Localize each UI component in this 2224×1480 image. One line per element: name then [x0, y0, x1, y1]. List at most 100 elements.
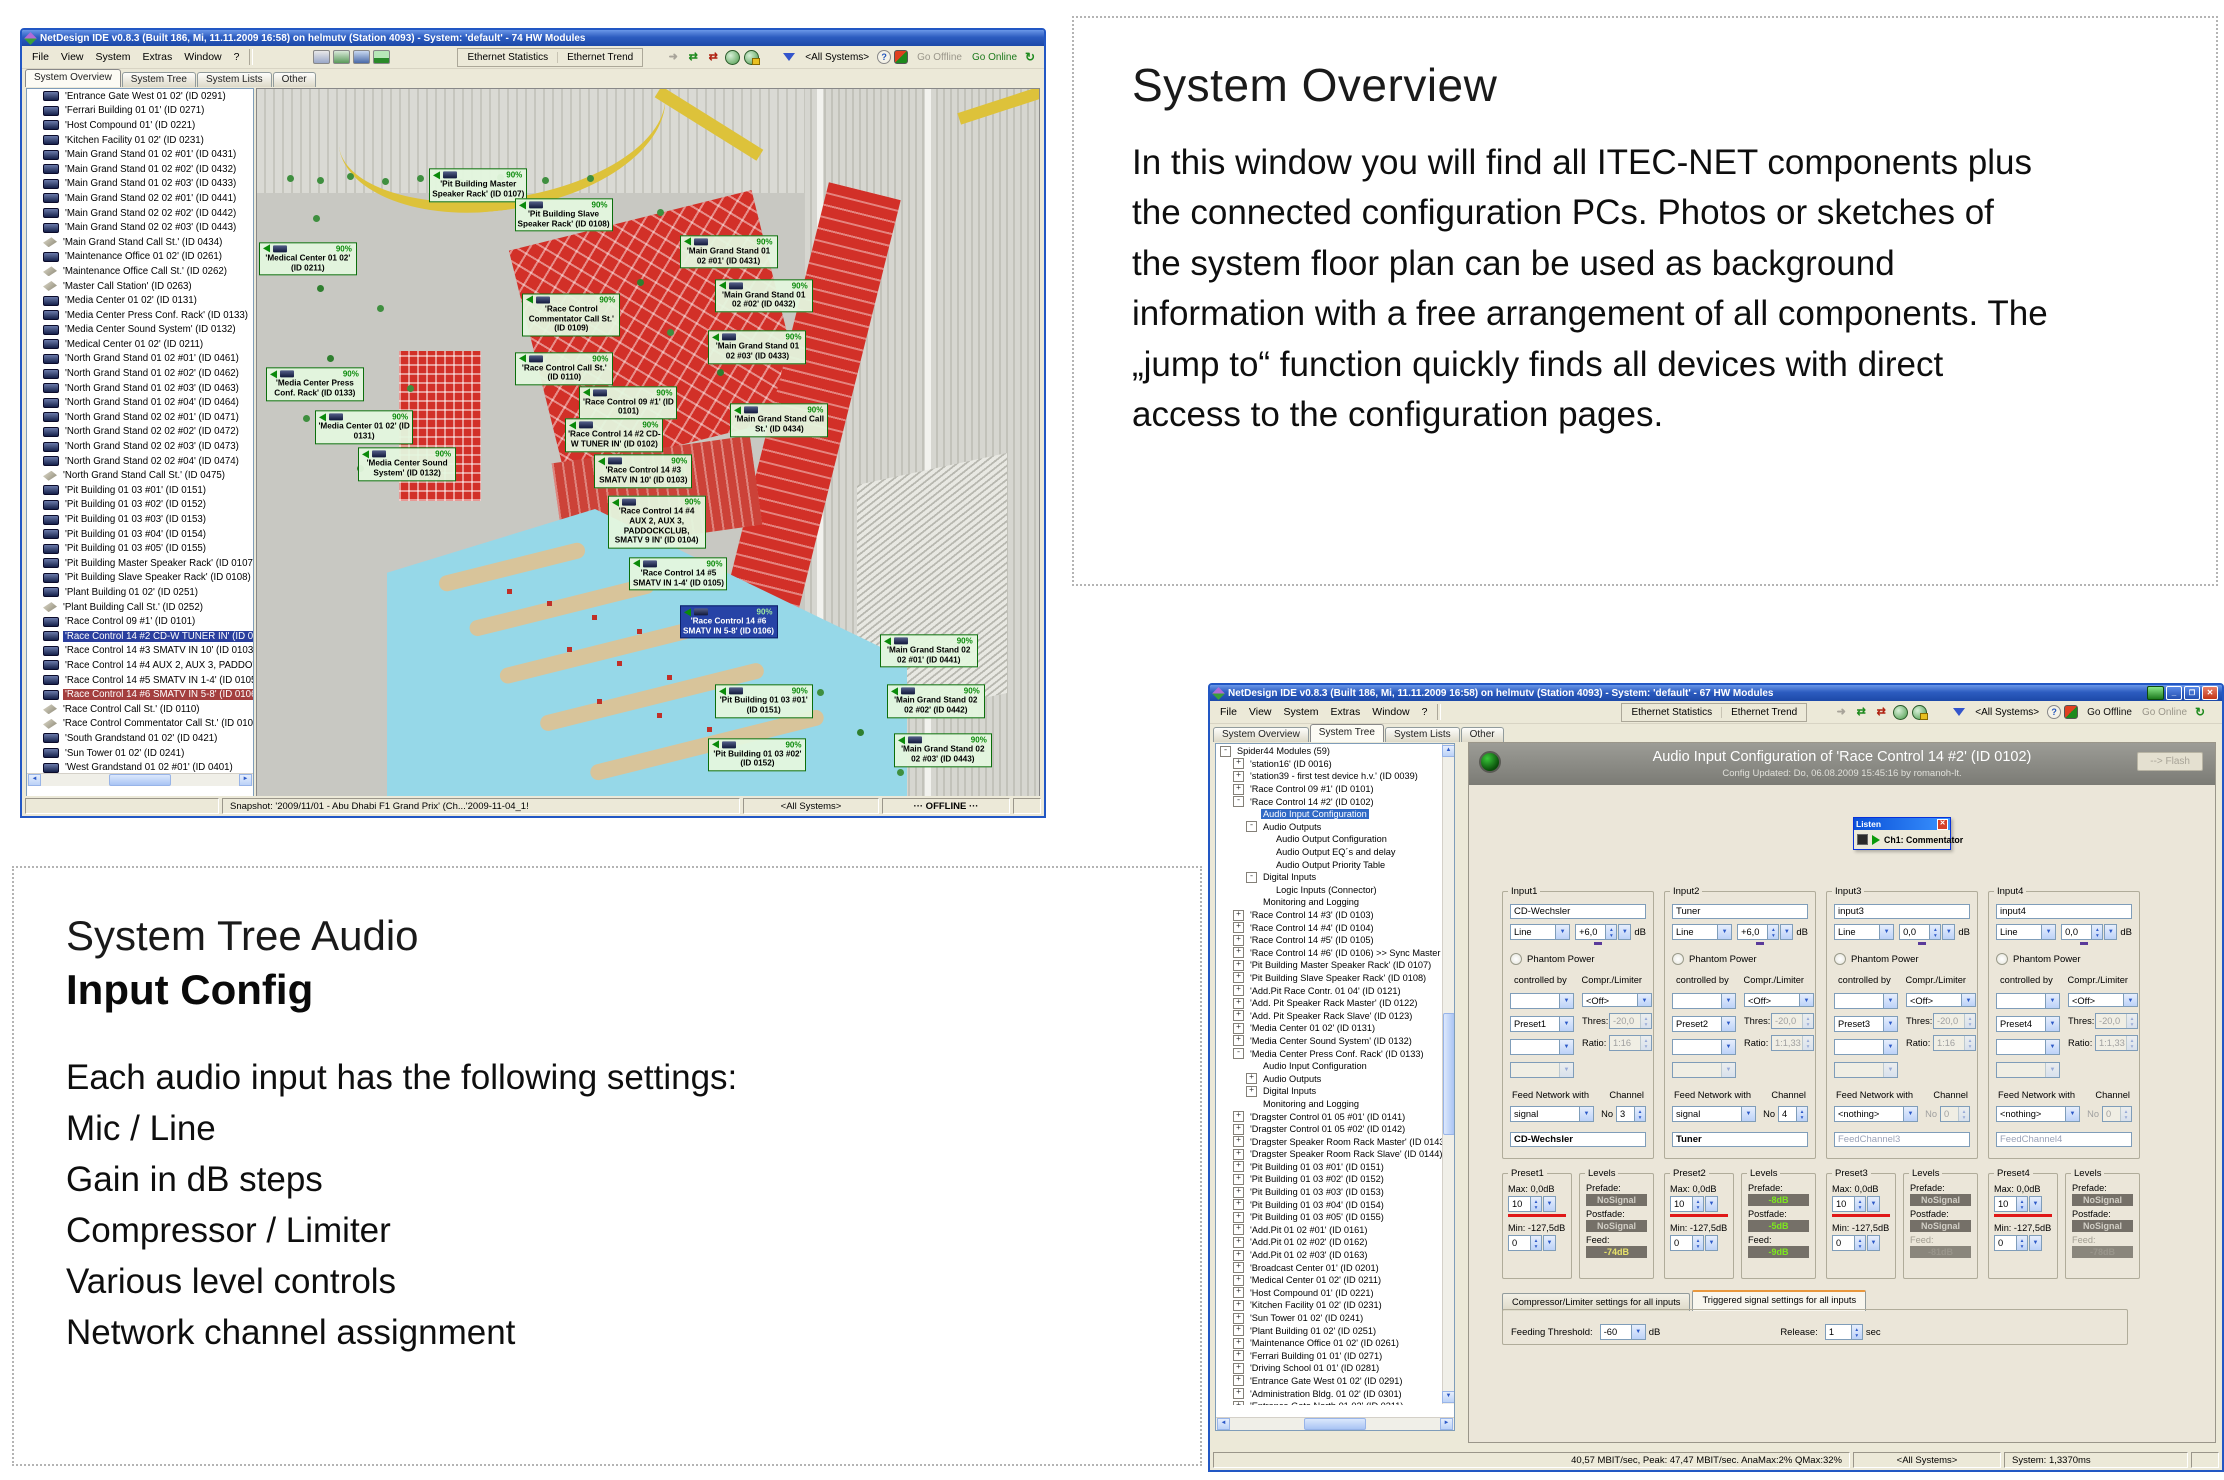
scroll-right-icon[interactable]: ► — [1440, 1418, 1453, 1430]
expand-toggle-icon[interactable]: + — [1233, 960, 1244, 971]
tree-item[interactable]: - Digital Inputs — [1216, 871, 1454, 884]
tree-item[interactable]: 'Pit Building Master Speaker Rack' (ID 0… — [27, 556, 253, 571]
tree-item[interactable]: 'Race Control 14 #2 CD-W TUNER IN' (ID 0… — [27, 629, 253, 644]
sync-up-icon[interactable]: ⇄ — [685, 50, 701, 64]
go-offline-button[interactable]: Go Offline — [912, 52, 967, 63]
scroll-right-icon[interactable]: ► — [239, 774, 252, 786]
menu-item[interactable]: Window — [1366, 704, 1415, 720]
scroll-down-icon[interactable]: ▼ — [1442, 1391, 1455, 1403]
expand-toggle-icon[interactable]: - — [1233, 796, 1244, 807]
all-systems-dropdown[interactable]: <All Systems> — [1970, 706, 2044, 719]
tree-item[interactable]: Monitoring and Logging — [1216, 1098, 1454, 1111]
ethernet-trend-button[interactable]: Ethernet Trend — [557, 52, 642, 63]
tree-item[interactable]: 'Medical Center 01 02' (ID 0211) — [27, 337, 253, 352]
tree-item[interactable]: - 'Media Center Press Conf. Rack' (ID 01… — [1216, 1047, 1454, 1060]
sync-up-icon[interactable]: ⇄ — [1853, 705, 1869, 719]
tree-item[interactable]: 'Main Grand Stand 02 02 #01' (ID 0441) — [27, 191, 253, 206]
tree-item[interactable]: 'Kitchen Facility 01 02' (ID 0231) — [27, 133, 253, 148]
map-device-label[interactable]: 90% 'Media Center 01 02' (ID 0131) — [315, 411, 413, 444]
map-device-label[interactable]: 90% 'Pit Building 01 03 #01' (ID 0151) — [715, 685, 813, 718]
refresh-icon[interactable]: ↻ — [1025, 50, 1035, 64]
help-icon[interactable]: ? — [2047, 705, 2061, 719]
tab[interactable]: System Overview — [1213, 727, 1309, 742]
expand-toggle-icon[interactable]: + — [1233, 758, 1244, 769]
controlled-by-select-1[interactable] — [1510, 993, 1574, 1009]
filter-funnel-icon[interactable] — [783, 53, 795, 61]
tree-item[interactable]: 'Main Grand Stand 02 02 #03' (ID 0443) — [27, 220, 253, 235]
tree-item[interactable]: 'Main Grand Stand 01 02 #02' (ID 0432) — [27, 162, 253, 177]
tree-item[interactable]: + 'Pit Building 01 03 #02' (ID 0152) — [1216, 1173, 1454, 1186]
tree-item[interactable]: - 'Race Control 14 #2' (ID 0102) — [1216, 795, 1454, 808]
tree-item[interactable]: + 'Medical Center 01 02' (ID 0211) — [1216, 1274, 1454, 1287]
map-device-label[interactable]: 90% 'Race Control Call St.' (ID 0110) — [515, 352, 613, 385]
expand-toggle-icon[interactable]: + — [1233, 1149, 1244, 1160]
tree-item[interactable]: + 'Host Compound 01' (ID 0221) — [1216, 1287, 1454, 1300]
tab[interactable]: Other — [273, 72, 316, 87]
close-icon[interactable]: ✕ — [1937, 819, 1948, 830]
input-gain-spinner[interactable]: 0,0 — [1899, 924, 1941, 940]
tree-item[interactable]: + 'Dragster Speaker Room Rack Slave' (ID… — [1216, 1148, 1454, 1161]
input-name-field[interactable]: CD-Wechsler — [1510, 904, 1646, 919]
tree-item[interactable]: 'West Grandstand 01 02 #01' (ID 0401) — [27, 760, 253, 773]
feed-channel-name-field[interactable]: Tuner — [1672, 1132, 1808, 1147]
expand-toggle-icon[interactable]: + — [1233, 1174, 1244, 1185]
expand-toggle-icon[interactable]: + — [1233, 1325, 1244, 1336]
tree-item[interactable]: + 'Administration Bldg. 01 02' (ID 0301) — [1216, 1387, 1454, 1400]
map-device-label[interactable]: 90% 'Medical Center 01 02' (ID 0211) — [259, 242, 357, 275]
tree-item[interactable]: Audio Output Configuration — [1216, 833, 1454, 846]
tree-item[interactable]: 'North Grand Stand 01 02 #03' (ID 0463) — [27, 381, 253, 396]
resize-grip[interactable] — [1013, 798, 1041, 814]
tree-item[interactable]: Audio Output EQ´s and delay — [1216, 846, 1454, 859]
expand-toggle-icon[interactable]: + — [1233, 1124, 1244, 1135]
horizontal-scrollbar[interactable]: ◄ ► — [1216, 1417, 1454, 1430]
tree-item[interactable]: + 'Add.Pit 01 02 #02' (ID 0162) — [1216, 1236, 1454, 1249]
expand-toggle-icon[interactable]: + — [1233, 922, 1244, 933]
tree-item[interactable]: + 'Pit Building 01 03 #05' (ID 0155) — [1216, 1211, 1454, 1224]
expand-toggle-icon[interactable]: + — [1233, 1237, 1244, 1248]
tree-item[interactable]: + 'Race Control 09 #1' (ID 0101) — [1216, 783, 1454, 796]
tree-item[interactable]: 'Maintenance Office 01 02' (ID 0261) — [27, 250, 253, 265]
tree-item[interactable]: 'North Grand Stand 01 02 #01' (ID 0461) — [27, 352, 253, 367]
menu-item[interactable]: Extras — [1325, 704, 1367, 720]
channel-spinner[interactable]: 4 — [1778, 1106, 1808, 1122]
tree-item[interactable]: 'Race Control 09 #1' (ID 0101) — [27, 614, 253, 629]
map-device-label[interactable]: 90% 'Race Control Commentator Call St.' … — [522, 293, 620, 336]
tree-item[interactable]: Audio Input Configuration — [1216, 808, 1454, 821]
preset-max-spinner[interactable]: 10 — [1508, 1196, 1542, 1212]
expand-toggle-icon[interactable]: + — [1233, 972, 1244, 983]
menu-item[interactable]: ? — [1416, 704, 1434, 720]
tree-item[interactable]: + 'Sun Tower 01 02' (ID 0241) — [1216, 1312, 1454, 1325]
settings-tab[interactable]: Triggered signal settings for all inputs — [1692, 1290, 1866, 1311]
tree-item[interactable]: + 'Ferrari Building 01 01' (ID 0271) — [1216, 1350, 1454, 1363]
tree-item[interactable]: 'Maintenance Office Call St.' (ID 0262) — [27, 264, 253, 279]
resize-grip[interactable] — [2191, 1452, 2219, 1468]
key-icon[interactable] — [894, 50, 908, 64]
tab[interactable]: System Lists — [197, 72, 272, 87]
globe-lock-icon[interactable] — [744, 50, 759, 65]
tree-item[interactable]: 'Entrance Gate West 01 02' (ID 0291) — [27, 89, 253, 104]
preset-min-dropdown[interactable] — [1705, 1235, 1718, 1251]
phantom-power-radio[interactable] — [1510, 953, 1522, 965]
scroll-up-icon[interactable]: ▲ — [1442, 745, 1455, 757]
input-source-select[interactable]: Line — [1672, 924, 1732, 940]
tree-item[interactable]: 'North Grand Stand 01 02 #02' (ID 0462) — [27, 366, 253, 381]
feed-channel-name-field[interactable]: FeedChannel4 — [1996, 1132, 2132, 1147]
map-device-label[interactable]: 90% 'Race Control 14 #2 CD-W TUNER IN' (… — [565, 419, 663, 452]
expand-toggle-icon[interactable]: + — [1246, 1073, 1257, 1084]
tree-item[interactable]: + 'Pit Building 01 03 #01' (ID 0151) — [1216, 1161, 1454, 1174]
map-device-label[interactable]: 90% 'Main Grand Stand 02 02 #03' (ID 044… — [894, 734, 992, 767]
tree-item[interactable]: - Audio Outputs — [1216, 821, 1454, 834]
expand-toggle-icon[interactable]: + — [1233, 1161, 1244, 1172]
tree-item[interactable]: 'Pit Building 01 03 #02' (ID 0152) — [27, 498, 253, 513]
input-source-select[interactable]: Line — [1996, 924, 2056, 940]
map-device-label[interactable]: 90% 'Race Control 09 #1' (ID 0101) — [579, 386, 677, 419]
expand-toggle-icon[interactable]: + — [1233, 1338, 1244, 1349]
gain-dropdown-button[interactable] — [2104, 924, 2117, 940]
menu-item[interactable]: File — [1214, 704, 1243, 720]
tree-item[interactable]: 'South Grandstand 01 02' (ID 0421) — [27, 731, 253, 746]
monitor-icon[interactable] — [373, 50, 390, 64]
expand-toggle-icon[interactable]: + — [1233, 947, 1244, 958]
tree-item[interactable]: 'Race Control 14 #4 AUX 2, AUX 3, PADDO'… — [27, 658, 253, 673]
tree-item[interactable]: + 'Add.Pit Race Contr. 01 04' (ID 0121) — [1216, 984, 1454, 997]
menu-item[interactable]: ? — [228, 49, 246, 65]
